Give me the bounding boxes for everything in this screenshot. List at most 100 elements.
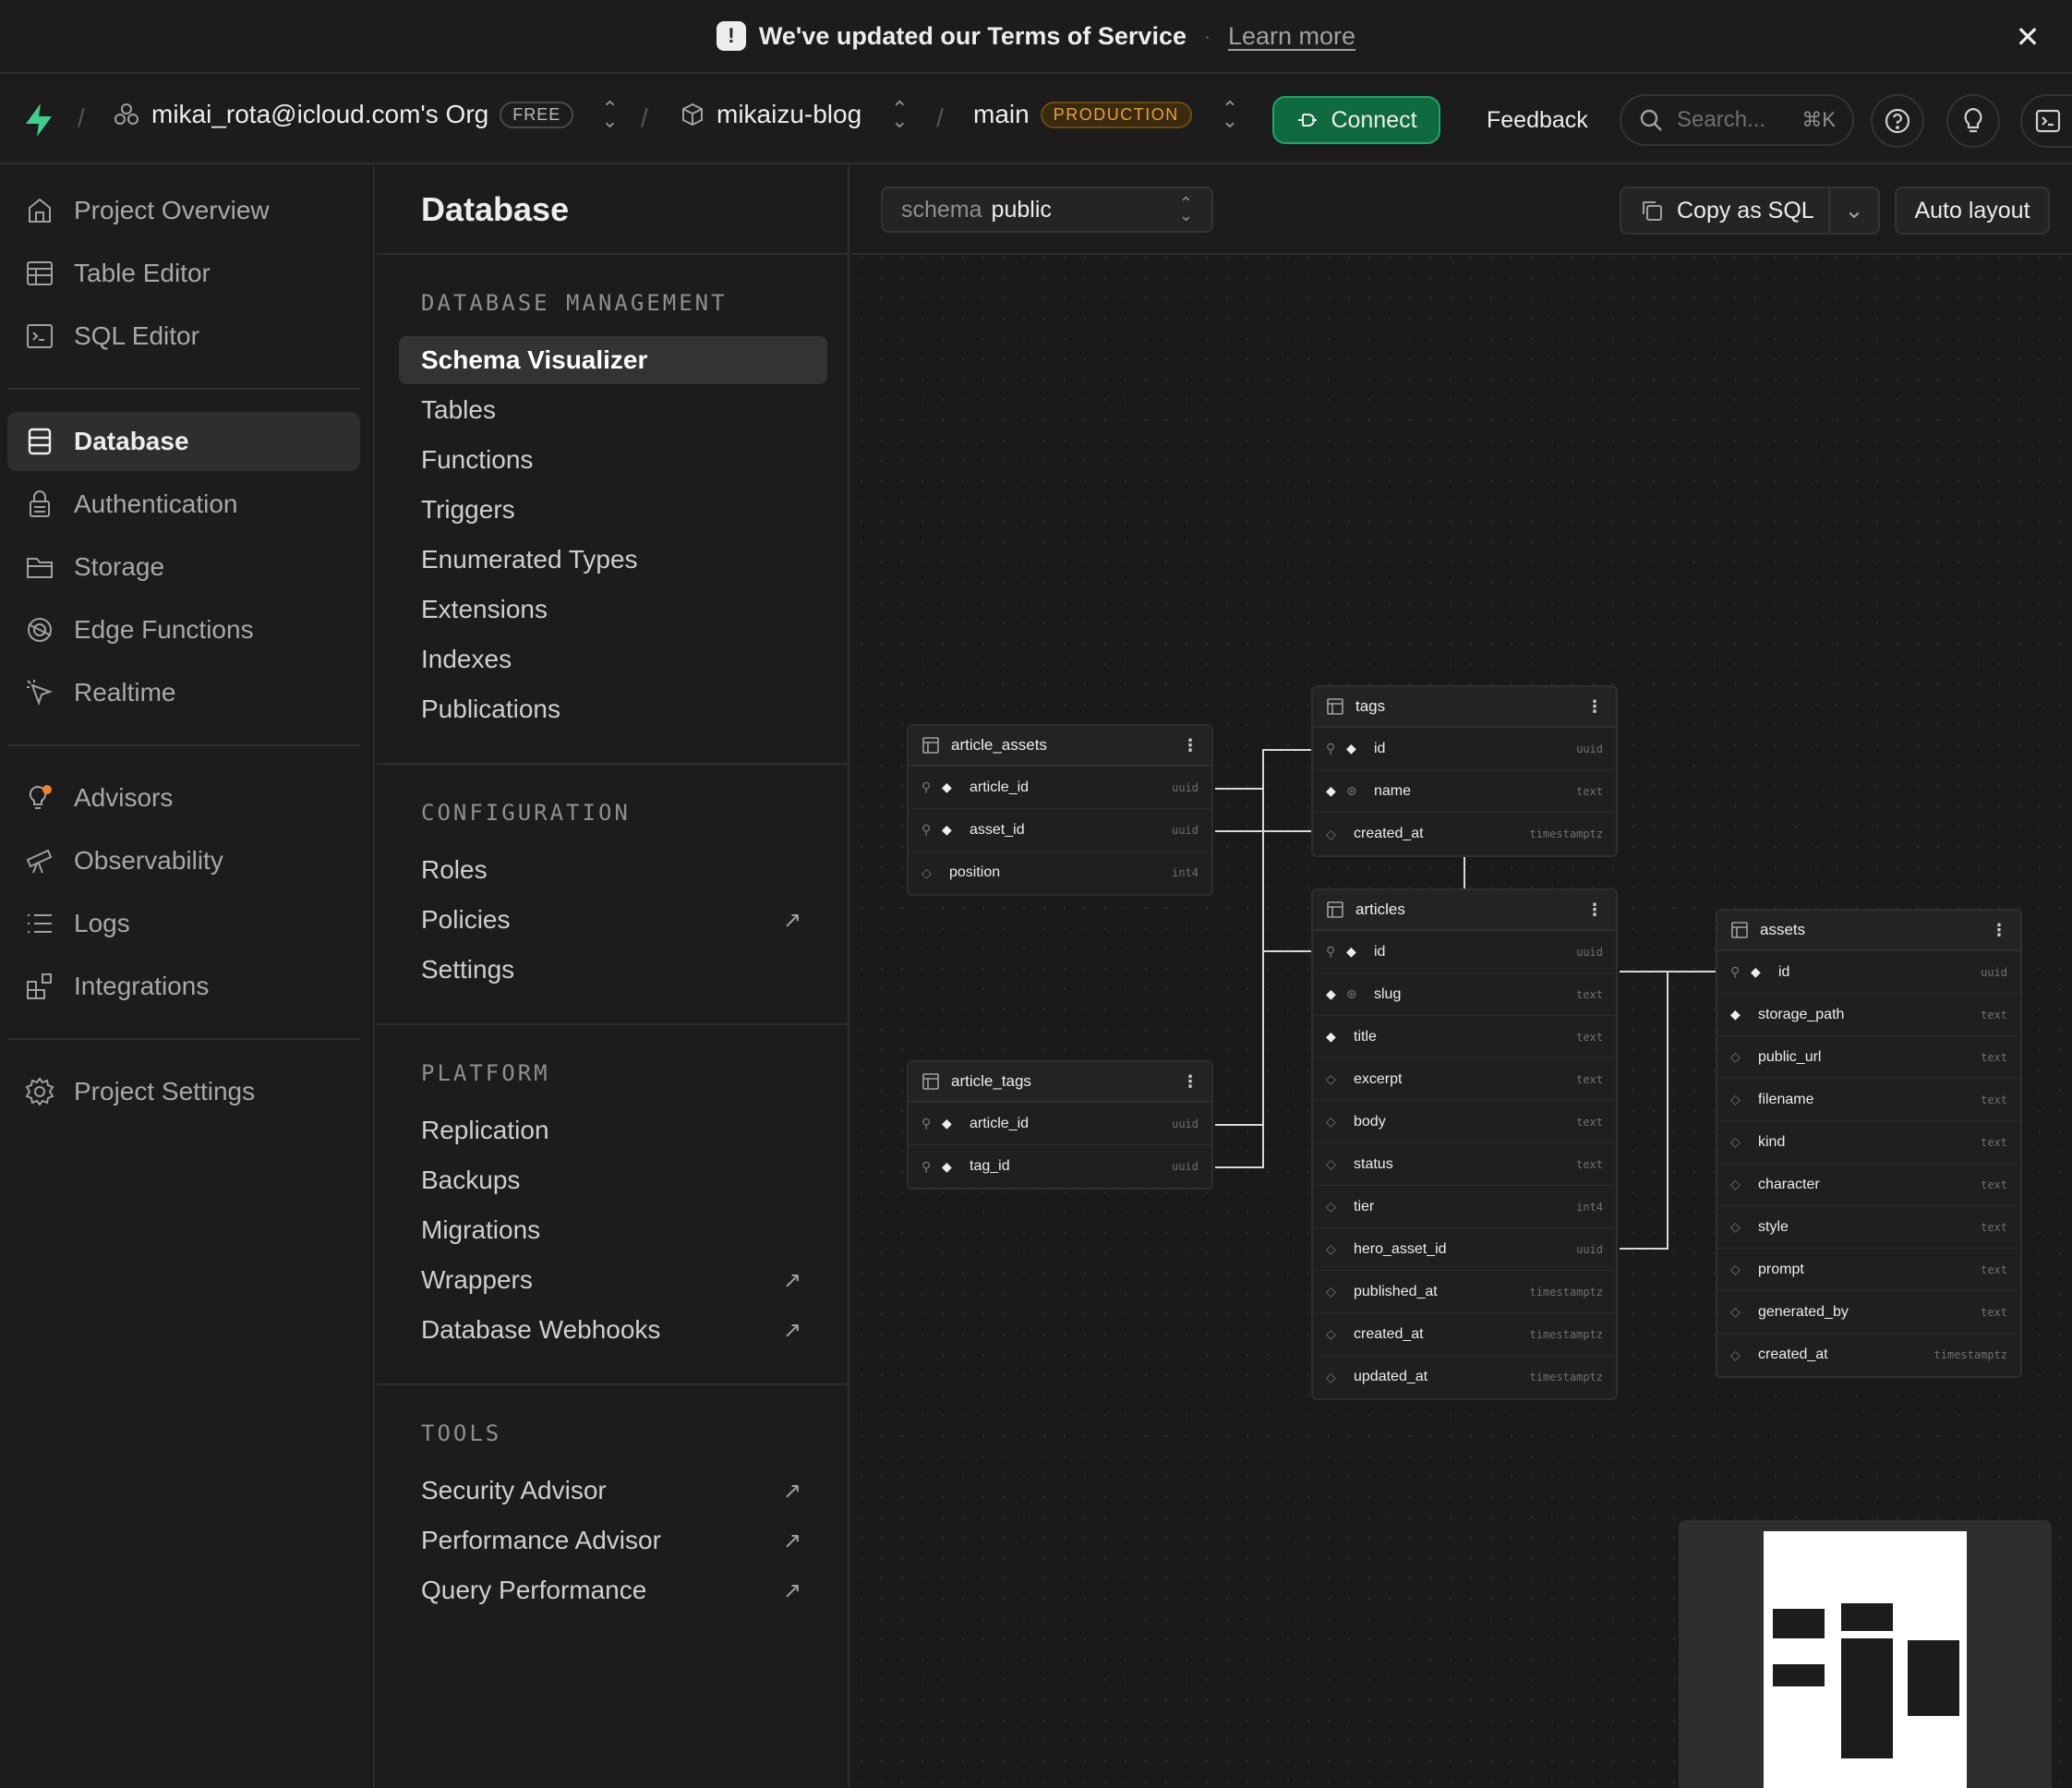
diamond-outline-icon: ◇: [922, 864, 932, 880]
key-icon: ⚲: [1326, 944, 1336, 959]
diamond-outline-icon: ◇: [1326, 826, 1336, 841]
column-name: excerpt: [1354, 1070, 1403, 1087]
table-row: ◇ kind text: [1717, 1121, 2020, 1164]
diamond-outline-icon: ◇: [1326, 1241, 1336, 1256]
column-type: text: [1981, 1305, 2007, 1319]
column-name: position: [949, 864, 1001, 880]
column-type: timestamptz: [1529, 1285, 1603, 1299]
table-row: ◇ body text: [1313, 1101, 1616, 1143]
column-type: timestamptz: [1529, 1371, 1603, 1383]
more-vertical-icon[interactable]: ⋮: [1586, 697, 1603, 717]
more-vertical-icon[interactable]: ⋮: [1182, 736, 1199, 755]
diamond-filled-icon: ◆: [1730, 1007, 1741, 1021]
column-type: uuid: [1576, 945, 1603, 959]
minimap-viewport[interactable]: [1764, 1531, 1967, 1788]
column-type: uuid: [1981, 965, 2007, 979]
column-name: body: [1354, 1113, 1386, 1130]
table-header: tags ⋮: [1313, 687, 1616, 728]
table-row: ⚲ ◆ article_id uuid: [909, 1103, 1211, 1145]
table-row: ◇ tier int4: [1313, 1186, 1616, 1228]
table-row: ⚲ ◆ id uuid: [1313, 728, 1616, 770]
column-type: uuid: [1576, 742, 1603, 755]
diamond-outline-icon: ◇: [1326, 1284, 1336, 1299]
diamond-filled-icon: ◆: [942, 779, 952, 794]
table-icon: [922, 1073, 939, 1090]
diamond-outline-icon: ◇: [1326, 1071, 1336, 1086]
diamond-outline-icon: ◇: [1730, 1177, 1741, 1191]
diamond-filled-icon: ◆: [1326, 783, 1336, 798]
table-row: ◇ published_at timestamptz: [1313, 1271, 1616, 1313]
table-row: ◆ ⊛ name text: [1313, 770, 1616, 813]
relation-line: [1215, 951, 1264, 1126]
table-row: ◇ status text: [1313, 1143, 1616, 1186]
column-type: text: [1981, 1050, 2007, 1064]
table-icon: [1327, 901, 1343, 918]
column-type: text: [1576, 1072, 1603, 1086]
minimap-node: [1773, 1609, 1825, 1638]
table-icon: [1327, 698, 1343, 715]
diamond-outline-icon: ◇: [1730, 1134, 1741, 1149]
table-icon: [922, 737, 939, 754]
column-type: text: [1576, 784, 1603, 798]
column-name: created_at: [1354, 1325, 1424, 1342]
key-icon: ⚲: [1730, 964, 1741, 979]
column-type: uuid: [1172, 1160, 1199, 1173]
table-row: ◆ ⊛ slug text: [1313, 973, 1616, 1016]
diamond-outline-icon: ◇: [1730, 1304, 1741, 1319]
table-row: ◇ updated_at timestamptz: [1313, 1356, 1616, 1398]
table-row: ◇ created_at timestamptz: [1313, 813, 1616, 855]
table-name: article_assets: [951, 736, 1047, 754]
column-name: status: [1354, 1155, 1393, 1172]
column-type: text: [1981, 1262, 2007, 1276]
diamond-outline-icon: ◇: [1730, 1219, 1741, 1234]
minimap-node: [1908, 1640, 1959, 1716]
column-type: text: [1981, 1220, 2007, 1234]
column-type: timestamptz: [1933, 1348, 2007, 1361]
column-name: id: [1374, 943, 1386, 960]
column-name: name: [1374, 782, 1412, 799]
column-name: hero_asset_id: [1354, 1240, 1447, 1257]
table-header: article_tags ⋮: [909, 1062, 1211, 1103]
key-icon: ⚲: [922, 779, 932, 794]
table-card-tags[interactable]: tags ⋮ ⚲ ◆ id uuid ◆ ⊛ name text ◇ created_at ti…: [1311, 685, 1618, 857]
table-header: article_assets ⋮: [909, 726, 1211, 767]
column-name: title: [1354, 1028, 1377, 1045]
table-card-articles[interactable]: articles ⋮ ⚲ ◆ id uuid ◆ ⊛ slug text ◆ title tex…: [1311, 888, 1618, 1400]
relation-line: [1215, 831, 1264, 1168]
diamond-outline-icon: ◇: [1326, 1369, 1336, 1384]
table-row: ◆ title text: [1313, 1016, 1616, 1058]
table-row: ◇ position int4: [909, 852, 1211, 894]
diamond-outline-icon: ◇: [1326, 1156, 1336, 1171]
column-type: timestamptz: [1529, 1327, 1603, 1341]
minimap-node: [1841, 1603, 1893, 1631]
diamond-filled-icon: ◆: [942, 822, 952, 837]
more-vertical-icon[interactable]: ⋮: [1991, 921, 2007, 940]
table-row: ⚲ ◆ id uuid: [1313, 931, 1616, 973]
diamond-filled-icon: ◆: [942, 1116, 952, 1130]
key-icon: ⚲: [1326, 741, 1336, 755]
diamond-outline-icon: ◇: [1730, 1092, 1741, 1106]
diamond-filled-icon: ◆: [1346, 741, 1356, 755]
table-card-article-assets[interactable]: article_assets ⋮ ⚲ ◆ article_id uuid ⚲ ◆ asse…: [907, 724, 1213, 896]
table-card-assets[interactable]: assets ⋮ ⚲ ◆ id uuid ◆ storage_path text ◇ pub…: [1716, 909, 2022, 1378]
relation-line: [1262, 750, 1311, 952]
table-card-article-tags[interactable]: article_tags ⋮ ⚲ ◆ article_id uuid ⚲ ◆ tag_id…: [907, 1060, 1213, 1190]
more-vertical-icon[interactable]: ⋮: [1586, 900, 1603, 920]
minimap[interactable]: [1679, 1520, 2052, 1788]
column-type: int4: [1576, 1200, 1603, 1214]
more-vertical-icon[interactable]: ⋮: [1182, 1072, 1199, 1092]
diamond-filled-icon: ◆: [1346, 944, 1356, 959]
column-name: article_id: [970, 1115, 1030, 1131]
diamond-outline-icon: ◇: [1730, 1347, 1741, 1362]
column-type: text: [1981, 1093, 2007, 1106]
table-row: ⚲ ◆ asset_id uuid: [909, 809, 1211, 852]
column-name: id: [1374, 740, 1386, 756]
table-row: ◇ excerpt text: [1313, 1058, 1616, 1101]
column-name: asset_id: [970, 821, 1025, 838]
table-row: ◆ storage_path text: [1717, 994, 2020, 1036]
table-row: ◇ generated_by text: [1717, 1291, 2020, 1334]
column-name: created_at: [1758, 1347, 1828, 1362]
diamond-outline-icon: ◇: [1326, 1114, 1336, 1129]
column-name: id: [1778, 963, 1790, 980]
fingerprint-icon: ⊛: [1346, 986, 1357, 1001]
